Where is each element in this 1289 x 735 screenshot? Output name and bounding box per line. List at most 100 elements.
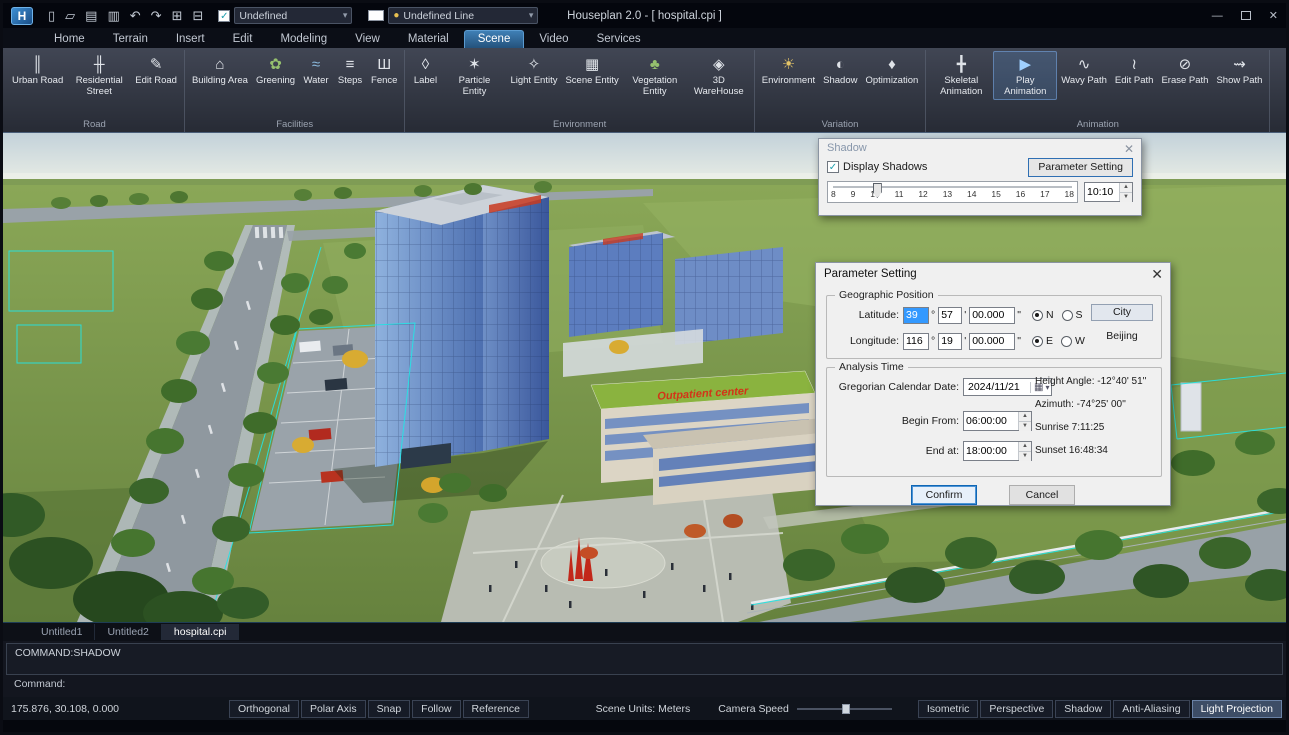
display-shadows-checkbox[interactable]: ✓ — [827, 161, 839, 173]
ribbon-item-skeletal-animation[interactable]: ╋Skeletal Animation — [929, 51, 993, 100]
share-icon[interactable]: ⊟ — [192, 8, 203, 24]
ribbon-tab-material[interactable]: Material — [395, 31, 462, 48]
restore-button[interactable] — [1241, 11, 1251, 20]
ribbon-item-building-area[interactable]: ⌂Building Area — [188, 51, 252, 90]
undo-icon[interactable]: ↶ — [130, 8, 141, 24]
ribbon-tab-modeling[interactable]: Modeling — [267, 31, 340, 48]
ribbon-tab-scene[interactable]: Scene — [464, 30, 525, 48]
view-toggle-anti-aliasing[interactable]: Anti-Aliasing — [1113, 700, 1189, 718]
begin-from-input[interactable] — [964, 412, 1018, 430]
status-toggle-reference[interactable]: Reference — [463, 700, 529, 718]
layer-checkbox[interactable]: ✓ — [218, 10, 230, 22]
latitude-minutes-input[interactable] — [938, 307, 962, 324]
status-toggle-polar-axis[interactable]: Polar Axis — [301, 700, 366, 718]
ribbon-tab-home[interactable]: Home — [41, 31, 98, 48]
ribbon-item-greening[interactable]: ✿Greening — [252, 51, 299, 90]
close-icon[interactable]: ✕ — [1124, 142, 1134, 156]
spin-down-icon[interactable]: ▼ — [1019, 452, 1031, 461]
ribbon-item-water[interactable]: ≈Water — [299, 51, 333, 90]
close-icon[interactable]: ✕ — [1151, 266, 1163, 283]
ribbon-item-light-entity[interactable]: ✧Light Entity — [506, 51, 561, 90]
camera-speed-slider[interactable] — [797, 703, 892, 715]
ribbon-tab-edit[interactable]: Edit — [220, 31, 266, 48]
open-folder-icon[interactable]: ▱ — [65, 8, 75, 24]
print-icon[interactable]: ⊞ — [172, 8, 183, 24]
sunset-value: Sunset 16:48:34 — [1035, 445, 1153, 468]
ribbon-item-edit-path[interactable]: ≀Edit Path — [1111, 51, 1158, 90]
ribbon-item-shadow[interactable]: ◐Shadow — [819, 51, 861, 90]
view-toggle-perspective[interactable]: Perspective — [980, 700, 1053, 718]
new-document-icon[interactable]: ▯ — [48, 8, 55, 24]
line-color-swatch[interactable] — [368, 10, 384, 21]
ribbon-tab-video[interactable]: Video — [526, 31, 581, 48]
ribbon-item-residential-street[interactable]: ╫Residential Street — [67, 51, 131, 100]
status-toggle-snap[interactable]: Snap — [368, 700, 411, 718]
status-toggle-follow[interactable]: Follow — [412, 700, 460, 718]
begin-from-spinner[interactable]: ▲ ▼ — [963, 411, 1032, 431]
north-radio[interactable] — [1032, 310, 1043, 321]
spin-up-icon[interactable]: ▲ — [1019, 412, 1031, 422]
ribbon-item-steps[interactable]: ≡Steps — [333, 51, 367, 90]
spin-up-icon[interactable]: ▲ — [1120, 183, 1132, 193]
ribbon-item-3d-warehouse[interactable]: ◈3D WareHouse — [687, 51, 751, 100]
ribbon-item-environment[interactable]: ☀Environment — [758, 51, 819, 90]
ribbon-item-vegetation-entity[interactable]: ♣Vegetation Entity — [623, 51, 687, 100]
redo-icon[interactable]: ↷ — [151, 8, 162, 24]
ribbon-tab-services[interactable]: Services — [584, 31, 654, 48]
latitude-degrees-input[interactable] — [903, 307, 929, 324]
ribbon-item-urban-road[interactable]: ║Urban Road — [8, 51, 67, 90]
south-radio[interactable] — [1062, 310, 1073, 321]
ribbon-item-show-path[interactable]: ⇝Show Path — [1212, 51, 1266, 90]
end-at-input[interactable] — [964, 442, 1018, 460]
ribbon-item-wavy-path[interactable]: ∿Wavy Path — [1057, 51, 1111, 90]
confirm-button[interactable]: Confirm — [911, 485, 977, 505]
doc-tab-untitled2[interactable]: Untitled2 — [95, 624, 161, 640]
spin-up-icon[interactable]: ▲ — [1019, 442, 1031, 452]
ribbon-item-particle-entity[interactable]: ✶Particle Entity — [442, 51, 506, 100]
ribbon-tab-view[interactable]: View — [342, 31, 393, 48]
linestyle-combobox[interactable]: ● Undefined Line ▾ — [388, 7, 538, 24]
gregorian-date-input[interactable] — [966, 380, 1028, 394]
longitude-minutes-input[interactable] — [938, 333, 962, 350]
view-toggle-shadow[interactable]: Shadow — [1055, 700, 1111, 718]
viewport-3d[interactable]: Outpatient center — [3, 133, 1286, 622]
spin-down-icon[interactable]: ▼ — [1120, 193, 1132, 202]
ribbon-item-label[interactable]: ◊Label — [408, 51, 442, 90]
layer-combobox[interactable]: Undefined ▾ — [234, 7, 352, 24]
east-radio[interactable] — [1032, 336, 1043, 347]
doc-tab-hospital-cpi[interactable]: hospital.cpi — [162, 624, 240, 640]
ribbon-item-erase-path[interactable]: ⊘Erase Path — [1157, 51, 1212, 90]
ribbon-item-edit-road[interactable]: ✎Edit Road — [131, 51, 181, 90]
minimize-button[interactable]: — — [1212, 10, 1223, 22]
view-toggle-light-projection[interactable]: Light Projection — [1192, 700, 1282, 718]
shadow-time-slider[interactable]: 89101112131415161718 — [827, 181, 1078, 203]
view-toggle-isometric[interactable]: Isometric — [918, 700, 979, 718]
ribbon-item-scene-entity[interactable]: ▦Scene Entity — [561, 51, 622, 90]
west-radio[interactable] — [1061, 336, 1072, 347]
end-at-spinner[interactable]: ▲ ▼ — [963, 441, 1032, 461]
longitude-seconds-input[interactable] — [969, 333, 1015, 350]
status-toggle-orthogonal[interactable]: Orthogonal — [229, 700, 299, 718]
ribbon-tab-terrain[interactable]: Terrain — [100, 31, 161, 48]
ribbon-item-optimization[interactable]: ♦Optimization — [861, 51, 922, 90]
latitude-seconds-input[interactable] — [969, 307, 1015, 324]
shadow-time-spinner[interactable]: ▲ ▼ — [1084, 182, 1133, 202]
city-button[interactable]: City — [1091, 304, 1153, 321]
ribbon-tab-insert[interactable]: Insert — [163, 31, 218, 48]
save-all-icon[interactable]: ▥ — [107, 8, 119, 24]
parameter-setting-button[interactable]: Parameter Setting — [1028, 158, 1133, 177]
cancel-button[interactable]: Cancel — [1009, 485, 1075, 505]
spin-down-icon[interactable]: ▼ — [1019, 422, 1031, 431]
application-window: H ▯▱▤▥↶↷⊞⊟ ✓ Undefined ▾ ● Undefined Lin… — [0, 0, 1289, 735]
camera-speed-slider-handle[interactable] — [842, 704, 850, 714]
ribbon-item-fence[interactable]: ШFence — [367, 51, 401, 90]
save-icon[interactable]: ▤ — [85, 8, 97, 24]
ribbon-item-play-animation[interactable]: ▶Play Animation — [993, 51, 1057, 100]
shadow-time-input[interactable] — [1085, 183, 1119, 201]
close-button[interactable]: ✕ — [1269, 9, 1278, 22]
command-prompt[interactable]: Command: — [6, 675, 1283, 692]
minute-symbol: ' — [964, 335, 966, 347]
longitude-degrees-input[interactable] — [903, 333, 929, 350]
doc-tab-untitled1[interactable]: Untitled1 — [29, 624, 95, 640]
command-history[interactable]: COMMAND:SHADOW — [6, 643, 1283, 675]
